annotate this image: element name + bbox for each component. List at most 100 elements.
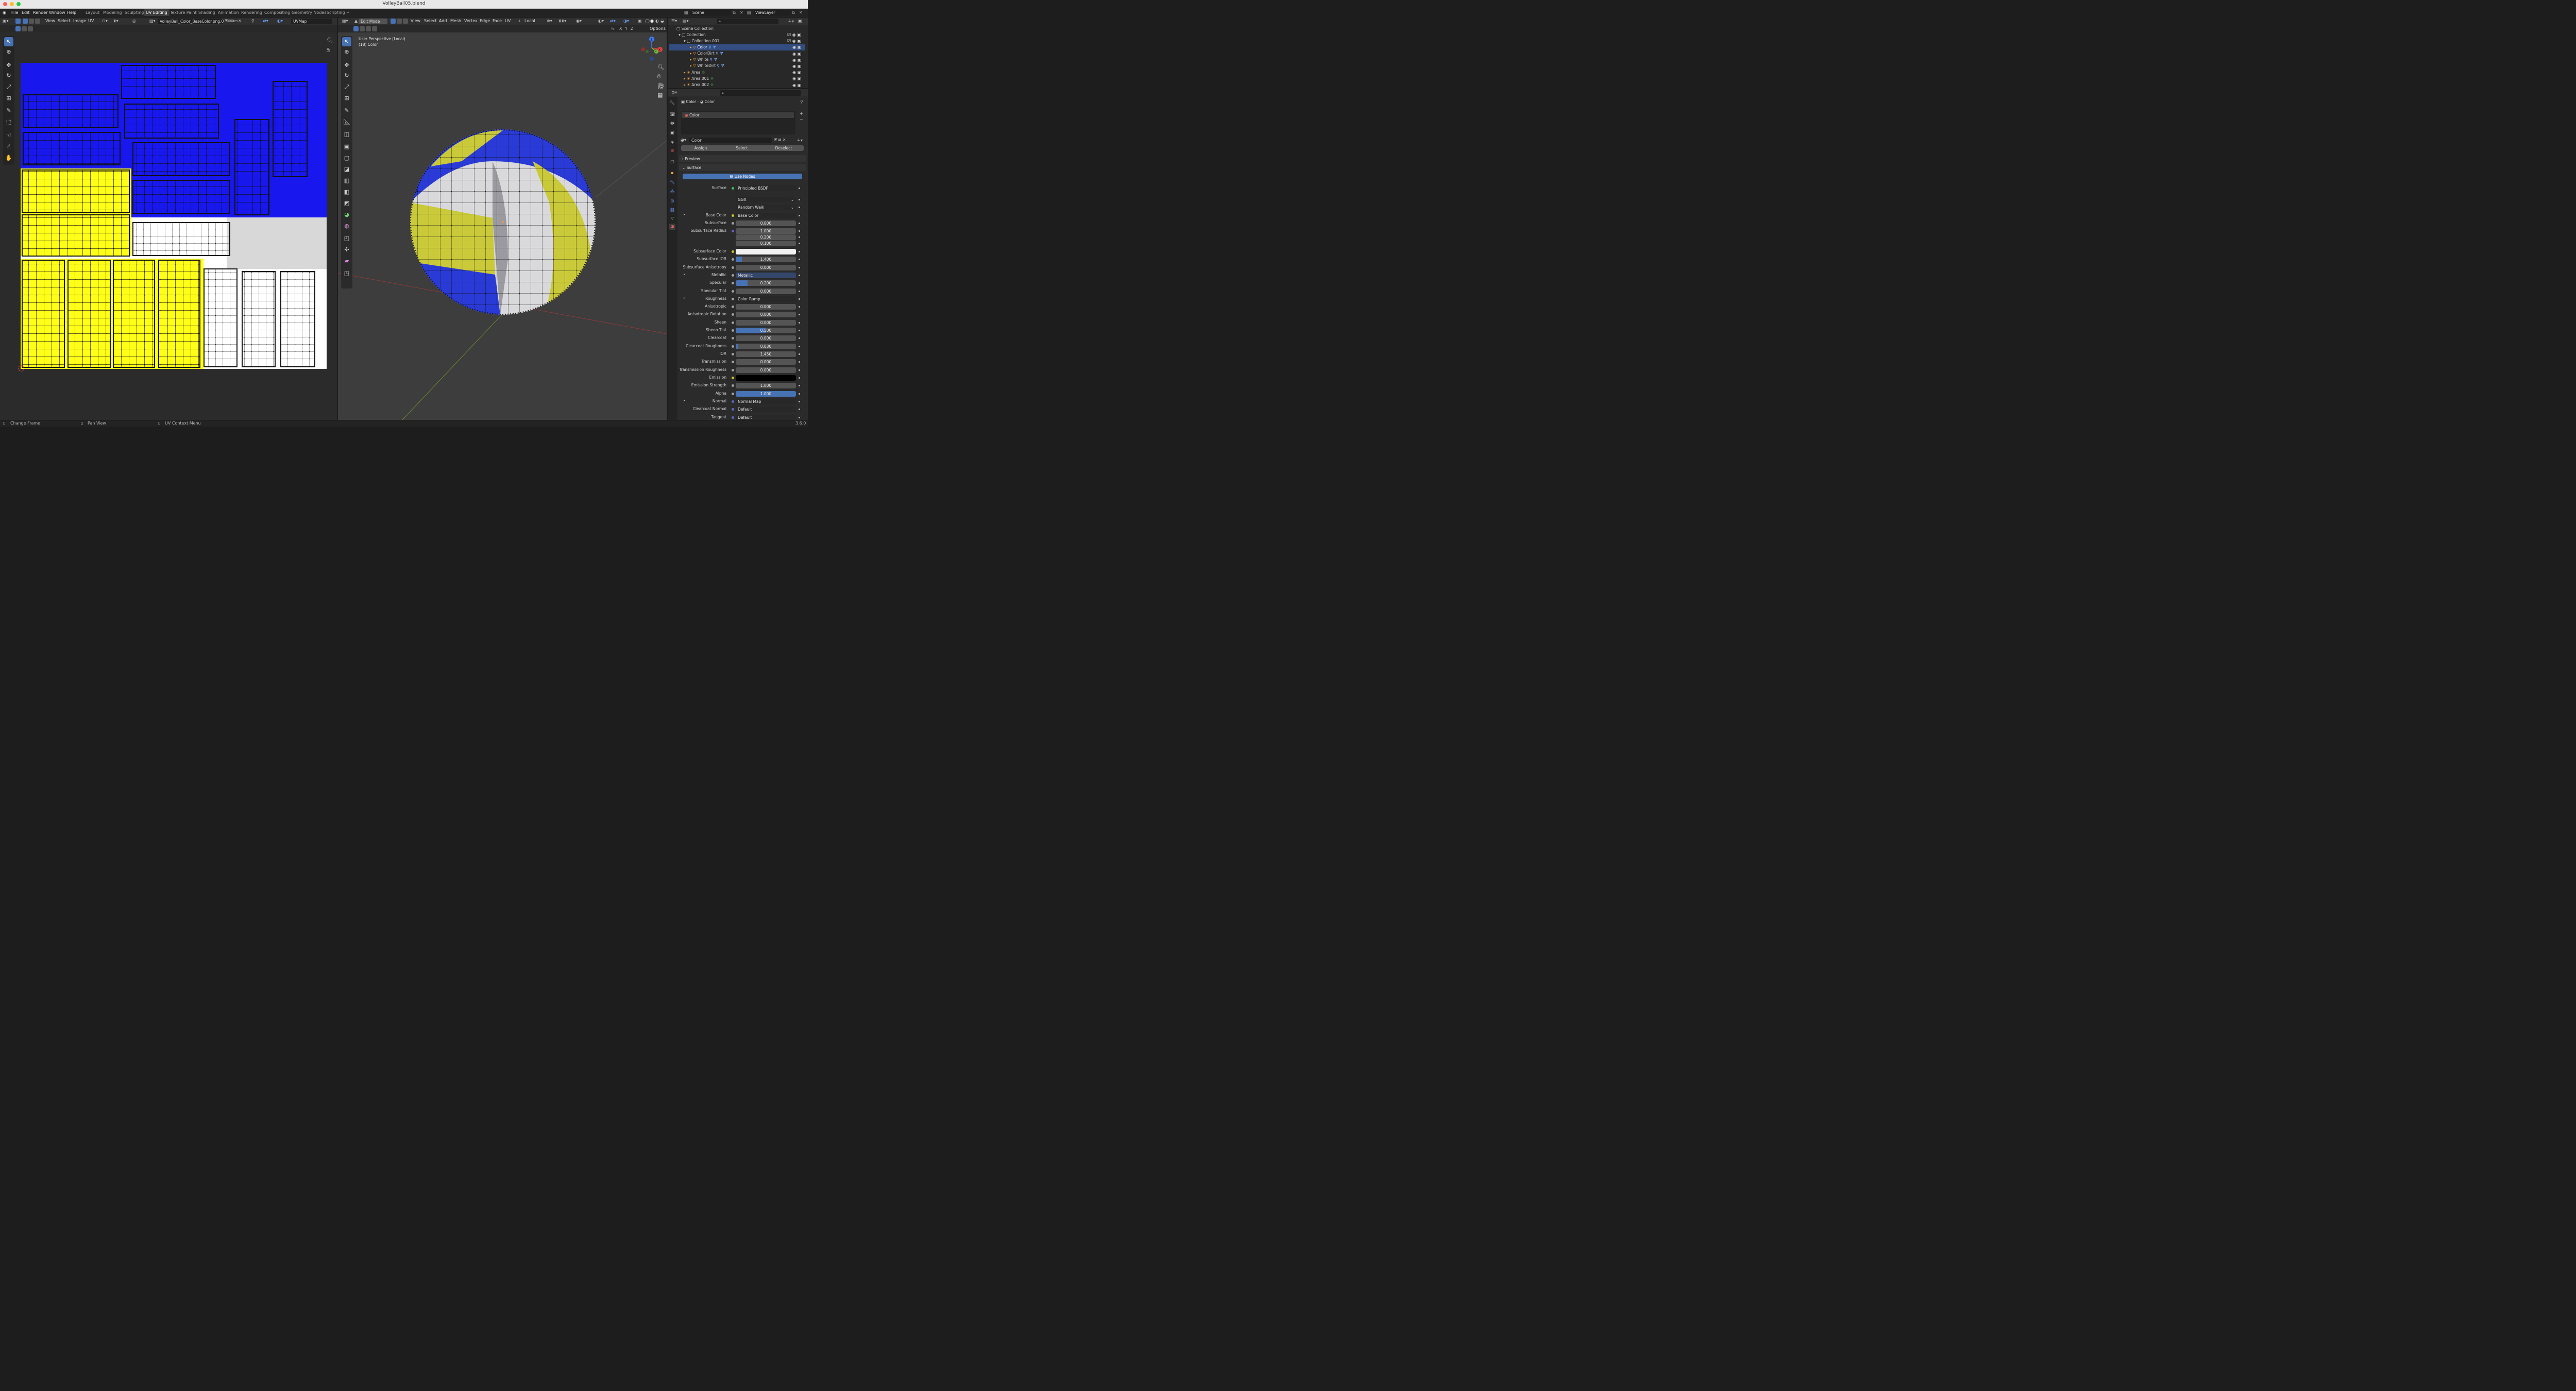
proportional-icon[interactable]: ◉▾ — [576, 19, 582, 23]
vp-rotate-tool-icon[interactable]: ↻ — [342, 71, 351, 80]
prop-number-field[interactable]: 0.000 — [736, 359, 796, 365]
vp-cursor-tool-icon[interactable]: ⊕ — [342, 47, 351, 57]
keyframe-dot-icon[interactable] — [799, 330, 800, 331]
rip-tool-icon[interactable]: ⬚ — [4, 117, 13, 127]
vp-select-extend-button[interactable] — [360, 26, 365, 31]
keyframe-dot-icon[interactable] — [799, 306, 800, 308]
uv-menu-image[interactable]: Image — [73, 19, 86, 23]
data-tab-icon[interactable]: ▽ — [669, 215, 675, 222]
render-tab-icon[interactable]: 📷︎ — [669, 111, 675, 117]
tab-shading[interactable]: Shading — [198, 10, 215, 15]
prop-number-field[interactable]: 0.000 — [736, 320, 796, 326]
prop-number-field[interactable]: 0.000 — [736, 335, 796, 341]
prop-number-field[interactable]: 1.000 — [736, 391, 796, 397]
scene-selector[interactable]: Scene — [690, 10, 731, 15]
expand-socket-icon[interactable]: ▸ — [684, 213, 685, 216]
vp-edge-slide-tool-icon[interactable]: ◰ — [342, 234, 351, 243]
vp-shrink-tool-icon[interactable]: ✣ — [342, 245, 351, 255]
vp-select-new-button[interactable] — [353, 26, 359, 31]
new-view-layer-icon[interactable]: ⧉ — [792, 10, 795, 15]
tab-sculpting[interactable]: Sculpting — [125, 10, 144, 15]
add-workspace-button[interactable]: + — [346, 10, 350, 15]
keyframe-dot-icon[interactable] — [799, 346, 800, 347]
editor-type-icon[interactable]: ▣▾ — [3, 19, 9, 23]
pinch-tool-icon[interactable]: ✋ — [4, 154, 13, 163]
select-box-tool-icon[interactable]: ↖ — [4, 37, 13, 46]
socket-dot-icon[interactable] — [732, 337, 734, 340]
visibility-icon[interactable]: ◐▾ — [598, 19, 604, 23]
keyframe-dot-icon[interactable] — [799, 401, 800, 402]
viewport-menu-select[interactable]: Select — [424, 19, 437, 23]
slot-add-remove-buttons[interactable]: + − — [800, 111, 803, 122]
face-mode-button[interactable] — [403, 19, 408, 24]
snap-toggle-icon[interactable]: ⧗⧗▾ — [558, 19, 566, 24]
outliner-item-area-001[interactable]: ▸ ☀ Area.001 ☼ — [669, 76, 805, 82]
face-select-button[interactable] — [35, 19, 40, 24]
vp-loop-cut-tool-icon[interactable]: ▥ — [342, 176, 351, 185]
pin-icon[interactable]: ⚲ — [251, 19, 255, 23]
relax-tool-icon[interactable]: ☝ — [4, 142, 13, 151]
prop-number-field[interactable]: 1.450 — [736, 351, 796, 357]
prop-enum-dropdown[interactable]: Random Walk ⌄ — [736, 205, 796, 210]
view-layer-tab-icon[interactable]: ▣ — [669, 130, 675, 136]
keyframe-dot-icon[interactable] — [799, 230, 800, 232]
menu-help[interactable]: Help — [67, 10, 76, 15]
outliner-item-white[interactable]: ▸ ▽ White ⚲ ⧩ — [669, 57, 805, 63]
vp-annotate-tool-icon[interactable]: ✎ — [342, 106, 351, 115]
viewport-menu-mesh[interactable]: Mesh — [450, 19, 461, 23]
socket-dot-icon[interactable] — [732, 222, 734, 225]
socket-dot-icon[interactable] — [732, 384, 734, 387]
material-slot-item[interactable]: ◕ Color — [682, 112, 794, 118]
prop-number-field[interactable]: 0.500 — [736, 328, 796, 333]
socket-dot-icon[interactable] — [732, 306, 734, 308]
keyframe-dot-icon[interactable] — [799, 298, 800, 300]
prop-number-field[interactable]: 0.000 — [736, 289, 796, 294]
socket-dot-icon[interactable] — [732, 230, 734, 232]
uv-texture-image[interactable] — [21, 63, 327, 369]
scene-tab-icon[interactable]: ◈ — [669, 139, 675, 145]
viewport-menu-view[interactable]: View — [411, 19, 420, 23]
vp-measure-tool-icon[interactable]: 📐︎ — [342, 117, 351, 127]
socket-dot-icon[interactable] — [732, 313, 734, 316]
outliner-search-input[interactable]: ⌕ — [717, 19, 778, 24]
outliner-item-area-002[interactable]: ▸ ☀ Area.002 ☼ — [669, 82, 805, 88]
vp-bevel-tool-icon[interactable]: ◪ — [342, 165, 351, 174]
overlays-icon[interactable]: ◑▾ — [623, 19, 629, 23]
socket-dot-icon[interactable] — [732, 377, 734, 379]
prop-linked-node-field[interactable]: Metallic — [736, 273, 796, 278]
viewport-menu-add[interactable]: Add — [439, 19, 447, 23]
keyframe-dot-icon[interactable] — [799, 361, 800, 363]
keyframe-dot-icon[interactable] — [799, 377, 800, 379]
keyframe-dot-icon[interactable] — [799, 282, 800, 284]
image-name-field[interactable]: VolleyBall_Color_BaseColor.png.001 — [158, 19, 224, 24]
new-scene-icon[interactable]: ⧉ — [733, 10, 736, 15]
tab-rendering[interactable]: Rendering — [241, 10, 262, 15]
snap-icon[interactable]: ⧗▾ — [113, 19, 118, 24]
uv-menu-uv[interactable]: UV — [88, 19, 94, 23]
tab-modeling[interactable]: Modeling — [103, 10, 122, 15]
socket-dot-icon[interactable] — [732, 258, 734, 261]
socket-dot-icon[interactable] — [732, 353, 734, 355]
overlay-icon[interactable]: ◐▾ — [277, 19, 283, 23]
prop-number-field[interactable]: 0.000 — [736, 220, 796, 226]
outliner-item-area[interactable]: ▸ ☀ Area ☼ — [669, 70, 805, 76]
assign-button[interactable]: Assign — [681, 145, 720, 151]
move-tool-icon[interactable]: ✥ — [4, 61, 13, 70]
outliner-item-color[interactable]: ▸ ▽ Color ⚲ ⧩ — [669, 44, 805, 50]
shading-rendered-icon[interactable]: ◒ — [660, 19, 664, 23]
modifiers-tab-icon[interactable]: 🔧︎ — [669, 179, 675, 185]
keyframe-dot-icon[interactable] — [799, 314, 800, 315]
viewport-menu-edge[interactable]: Edge — [480, 19, 490, 23]
tab-layout[interactable]: Layout — [86, 10, 99, 15]
pin-properties-icon[interactable]: ⚲ — [800, 99, 803, 104]
vp-inset-tool-icon[interactable]: ▢ — [342, 154, 351, 163]
keyframe-dot-icon[interactable] — [799, 188, 800, 189]
vertex-select-button[interactable] — [23, 19, 28, 24]
vp-ortho-grid-icon[interactable]: ▦ — [657, 92, 663, 98]
vp-shear-tool-icon[interactable]: ▰ — [342, 257, 351, 266]
expand-socket-icon[interactable]: ▸ — [684, 273, 685, 276]
blender-logo-icon[interactable]: ◉ — [3, 10, 6, 15]
outliner-editor-type-icon[interactable]: ☰▾ — [671, 19, 677, 23]
viewport-menu-face[interactable]: Face — [493, 19, 502, 23]
vp-knife-tool-icon[interactable]: ◧ — [342, 188, 351, 197]
